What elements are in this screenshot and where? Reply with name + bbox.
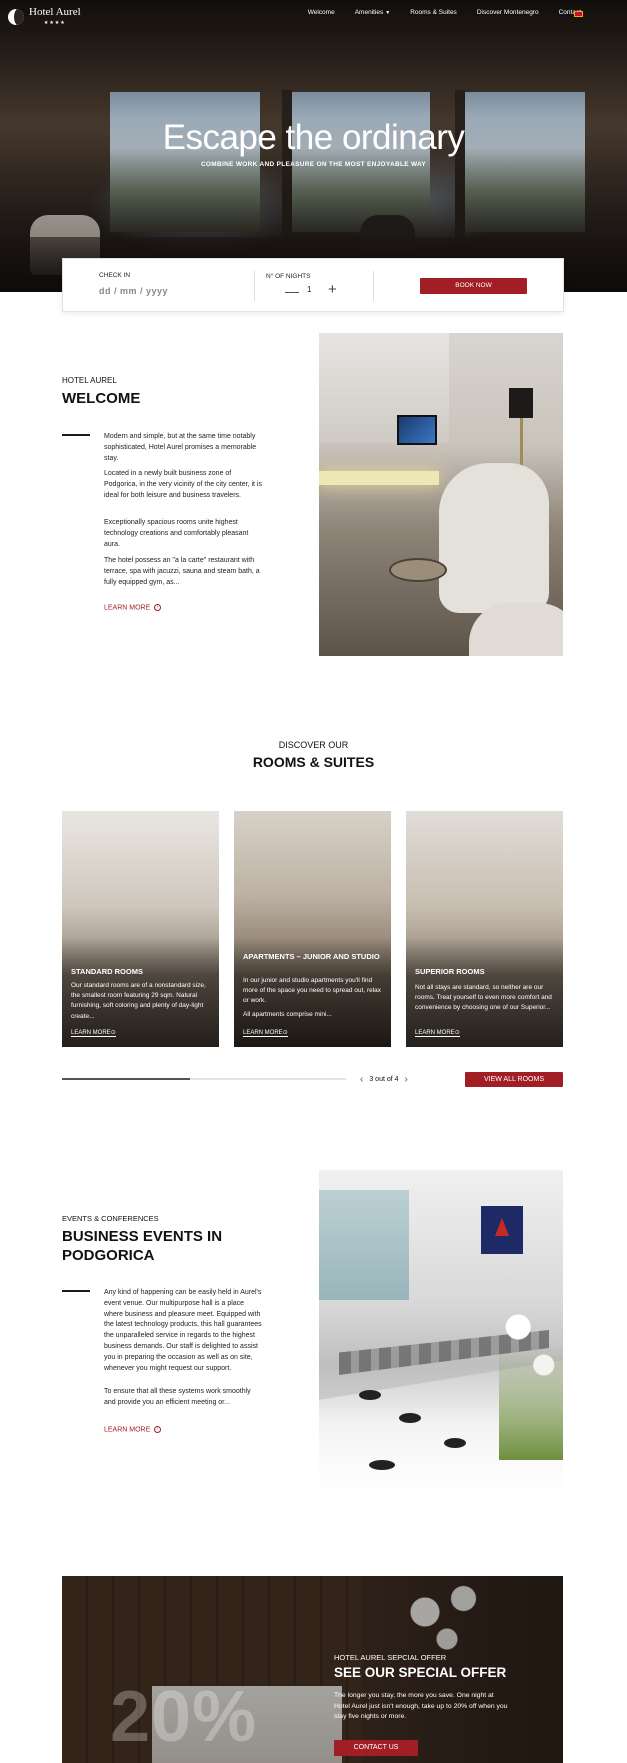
section-dash (62, 1290, 90, 1292)
rooms-eyebrow: DISCOVER OUR (278, 740, 349, 750)
hero-banner: Hotel Aurel ★★★★ Welcome Amenities ▼ Room… (0, 0, 627, 292)
welcome-eyebrow: HOTEL AUREL (62, 376, 117, 385)
room-card-standard[interactable]: STANDARD ROOMS Our standard rooms are of… (62, 811, 219, 1047)
events-eyebrow: EVENTS & CONFERENCES (62, 1214, 159, 1223)
room-card-text: In our junior and studio apartments you'… (243, 977, 382, 1005)
divider (373, 271, 374, 301)
special-offer-banner: 20% HOTEL AUREL SEPCIAL OFFER SEE OUR SP… (62, 1576, 563, 1763)
arrow-right-icon: › (154, 604, 162, 611)
montenegro-flag-icon[interactable] (574, 11, 583, 17)
room-card-title: STANDARD ROOMS (71, 967, 143, 976)
section-dash (62, 434, 90, 436)
headphones (369, 1460, 395, 1470)
welcome-paragraph: The hotel possess an "a la carte" restau… (104, 557, 260, 586)
room-card-superior[interactable]: SUPERIOR ROOMS Not all stays are standar… (406, 811, 563, 1047)
photo-side-table (389, 558, 447, 582)
arrow-right-icon: › (154, 1426, 162, 1433)
photo-armchair (469, 603, 563, 656)
rooms-title: ROOMS & SUITES (252, 754, 375, 770)
main-menu: Welcome Amenities ▼ Rooms & Suites Discov… (308, 9, 581, 16)
top-navigation: Hotel Aurel ★★★★ Welcome Amenities ▼ Room… (0, 0, 627, 30)
logo-icon (8, 8, 24, 25)
room-card-learn-more[interactable]: LEARN MORE⊙ (415, 1029, 460, 1037)
microphone (359, 1390, 381, 1400)
room-card-learn-more[interactable]: LEARN MORE⊙ (71, 1029, 116, 1037)
welcome-paragraph: Exceptionally spacious rooms unite highe… (104, 519, 249, 548)
checkin-label: CHECK IN (99, 272, 131, 279)
rooms-pager: ‹ 3 out of 4 › (360, 1074, 408, 1085)
room-card-text: Not all stays are standard, so neither a… (415, 984, 552, 1012)
increase-nights-button[interactable]: + (328, 281, 337, 298)
room-card-title: APARTMENTS – JUNIOR AND STUDIO (243, 952, 380, 961)
nav-item-rooms-suites[interactable]: Rooms & Suites (410, 9, 457, 16)
chevron-down-icon: ▼ (385, 10, 391, 16)
offer-text: The longer you stay, the more you save. … (334, 1692, 508, 1721)
slider-progress-fill (62, 1078, 190, 1080)
checkin-date-input[interactable]: dd / mm / yyyy (99, 286, 168, 296)
photo-tv (397, 415, 437, 445)
events-learn-more-link[interactable]: LEARN MORE › (104, 1426, 162, 1434)
nav-item-welcome[interactable]: Welcome (308, 9, 335, 16)
chevron-right-icon[interactable]: › (405, 1074, 408, 1085)
book-now-button[interactable]: BOOK NOW (420, 278, 527, 294)
hotel-logo[interactable]: Hotel Aurel ★★★★ (8, 7, 81, 26)
room-card-text: All apartments comprise mini... (243, 1011, 332, 1018)
learn-more-label: LEARN MORE (104, 1426, 151, 1434)
nav-item-discover-montenegro[interactable]: Discover Montenegro (477, 9, 539, 16)
microphone (399, 1413, 421, 1423)
offer-eyebrow: HOTEL AUREL SEPCIAL OFFER (334, 1653, 447, 1662)
events-paragraph: To ensure that all these systems work sm… (104, 1388, 251, 1406)
photo-lamp (509, 388, 533, 418)
welcome-paragraph: Modern and simple, but at the same time … (104, 433, 257, 462)
pager-text: 3 out of 4 (369, 1076, 399, 1083)
microphone (444, 1438, 466, 1448)
rooms-slider-progress[interactable] (62, 1078, 346, 1080)
welcome-paragraph: Located in a newly built business zone o… (104, 470, 262, 499)
room-card-learn-more-label: LEARN MORE (71, 1030, 111, 1036)
contact-us-button[interactable]: CONTACT US (334, 1740, 418, 1756)
photo-armchair (439, 463, 549, 613)
hero-subtitle: COMBINE WORK AND PLEASURE ON THE MOST EN… (200, 161, 427, 168)
logo-text: Hotel Aurel (29, 6, 81, 18)
room-card-learn-more[interactable]: LEARN MORE⊙ (243, 1029, 288, 1037)
logo-stars: ★★★★ (43, 20, 66, 26)
welcome-title: WELCOME (62, 390, 141, 407)
events-title-line2: PODGORICA (62, 1247, 155, 1264)
room-card-text: Our standard rooms are of a nonstandard … (71, 982, 206, 1020)
nav-item-amenities-label: Amenities (354, 9, 384, 16)
offer-title: SEE OUR SPECIAL OFFER (334, 1665, 507, 1680)
room-card-title: SUPERIOR ROOMS (415, 967, 485, 976)
room-card-learn-more-label: LEARN MORE (243, 1030, 283, 1036)
conference-room-photo (319, 1170, 563, 1493)
learn-more-label: LEARN MORE (104, 604, 151, 612)
nights-label: N° OF NIGHTS (266, 273, 311, 280)
hero-title: Escape the ordinary (162, 118, 465, 157)
projector-screen (319, 1190, 409, 1300)
welcome-room-photo (319, 333, 563, 656)
divider (254, 271, 255, 301)
room-card-apartments[interactable]: APARTMENTS – JUNIOR AND STUDIO In our ju… (234, 811, 391, 1047)
decrease-nights-button[interactable]: — (285, 283, 299, 299)
photo-desk (319, 471, 439, 485)
events-paragraph: Any kind of happening can be easily held… (104, 1289, 262, 1372)
chevron-left-icon[interactable]: ‹ (360, 1074, 363, 1085)
offer-discount-text: 20% (110, 1677, 258, 1757)
welcome-learn-more-link[interactable]: LEARN MORE › (104, 604, 162, 612)
booking-bar: CHECK IN dd / mm / yyyy N° OF NIGHTS — 1… (62, 258, 564, 312)
room-card-learn-more-label: LEARN MORE (415, 1030, 455, 1036)
flower-arrangement (499, 1270, 563, 1460)
events-title-line1: BUSINESS EVENTS IN (62, 1228, 223, 1245)
view-all-rooms-button[interactable]: VIEW ALL ROOMS (465, 1072, 563, 1087)
nav-item-amenities[interactable]: Amenities ▼ (355, 9, 391, 16)
nights-count: 1 (307, 285, 312, 294)
